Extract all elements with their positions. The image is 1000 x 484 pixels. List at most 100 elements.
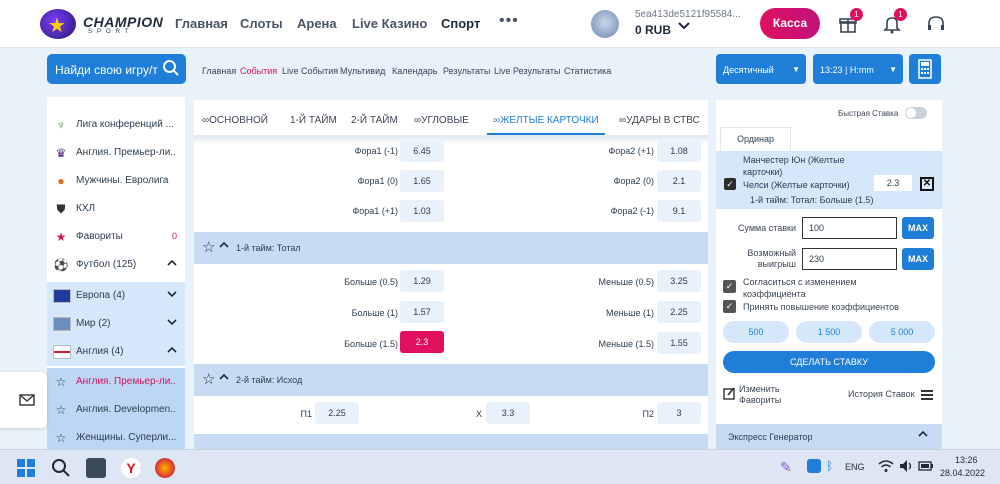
tab-single-bet[interactable]: Ординар xyxy=(720,127,791,151)
more-menu-icon[interactable]: ••• xyxy=(499,12,519,30)
tab-second-half[interactable]: 2-Й ТАЙМ xyxy=(351,115,398,126)
bet-history-link[interactable]: История Ставок xyxy=(848,389,915,399)
odd-button[interactable]: 2.1 xyxy=(657,170,701,192)
star-outline-icon[interactable]: ☆ xyxy=(202,370,215,388)
sidebar-item-england-premier-league[interactable]: ☆ Англия. Премьер-ли... xyxy=(47,368,185,396)
place-bet-button[interactable]: СДЕЛАТЬ СТАВКУ xyxy=(723,351,935,373)
odd-button[interactable]: 1.57 xyxy=(400,301,444,323)
tab-first-half[interactable]: 1-Й ТАЙМ xyxy=(290,115,337,126)
quick-amount-button[interactable]: 1 500 xyxy=(796,321,862,343)
odd-button[interactable]: 1.03 xyxy=(400,200,444,222)
edit-favorites-line1[interactable]: Изменить xyxy=(739,384,780,394)
defender-icon[interactable] xyxy=(807,459,821,473)
sidebar-item-england-development[interactable]: ☆ Англия. Developmen... xyxy=(47,396,185,424)
sidebar-item-conference-league[interactable]: ♆ Лига конференций ... xyxy=(47,111,185,139)
sidebar-item-women-superleague[interactable]: ☆ Женщины. Суперли... xyxy=(47,424,185,449)
clock-time[interactable]: 13:26 xyxy=(955,455,978,465)
sublink-events[interactable]: События xyxy=(240,66,277,76)
tab-corners[interactable]: ∞УГЛОВЫЕ xyxy=(414,115,469,126)
tab-shots-on-target[interactable]: ∞УДАРЫ В СТВС xyxy=(619,115,700,126)
tab-yellow-cards[interactable]: ∞ЖЕЛТЫЕ КАРТОЧКИ xyxy=(493,115,599,126)
bet-checkbox[interactable]: ✓ xyxy=(724,178,736,190)
feather-icon[interactable]: ✎ xyxy=(780,459,800,479)
sidebar-item-khl[interactable]: ⛊ КХЛ xyxy=(47,195,185,223)
firefox-icon[interactable] xyxy=(155,458,175,478)
quick-amount-button[interactable]: 500 xyxy=(723,321,789,343)
odd-button[interactable]: 2.25 xyxy=(315,402,359,424)
market-header-total[interactable]: ☆ 1-й тайм: Тотал xyxy=(194,232,708,264)
sublink-home[interactable]: Главная xyxy=(202,66,236,76)
odd-button[interactable]: 6.45 xyxy=(400,140,444,162)
cashbox-button[interactable]: Касса xyxy=(760,8,820,39)
market-header-outcome[interactable]: ☆ 2-й тайм: Исход xyxy=(194,364,708,396)
avatar[interactable] xyxy=(591,10,619,38)
balance[interactable]: 0 RUB xyxy=(635,23,671,37)
odd-button[interactable]: 3.25 xyxy=(657,270,701,292)
chevron-up-icon[interactable] xyxy=(219,240,229,252)
quick-bet-toggle[interactable] xyxy=(905,107,927,119)
nav-sport[interactable]: Спорт xyxy=(441,16,480,31)
menu-icon[interactable] xyxy=(921,388,933,406)
sidebar-item-premier-league[interactable]: ♛ Англия. Премьер-ли... xyxy=(47,139,185,167)
edit-icon[interactable] xyxy=(723,387,736,400)
odds-format-select[interactable]: Десятичный ▼ xyxy=(716,54,806,84)
odd-button[interactable]: 1.55 xyxy=(657,332,701,354)
mail-button[interactable] xyxy=(0,372,47,428)
odd-button[interactable]: 9.1 xyxy=(657,200,701,222)
tab-main[interactable]: ∞ОСНОВНОЙ xyxy=(202,115,268,126)
wifi-icon[interactable] xyxy=(878,459,894,473)
sublink-results[interactable]: Результаты xyxy=(443,66,490,76)
odd-button[interactable]: 2.25 xyxy=(657,301,701,323)
nav-arena[interactable]: Арена xyxy=(297,16,337,31)
edit-favorites-line2[interactable]: Фавориты xyxy=(739,395,781,405)
agree-odds-change-checkbox[interactable]: ✓ xyxy=(723,280,736,293)
search-icon[interactable] xyxy=(162,59,180,80)
support-headset-icon[interactable] xyxy=(926,14,946,34)
sublink-calendar[interactable]: Календарь xyxy=(392,66,437,76)
nav-slots[interactable]: Слоты xyxy=(240,16,283,31)
odd-button[interactable]: 3 xyxy=(657,402,701,424)
clock-date[interactable]: 28.04.2022 xyxy=(940,468,985,478)
odd-button[interactable]: 1.29 xyxy=(400,270,444,292)
sublink-live-results[interactable]: Live Результаты xyxy=(494,66,560,76)
sublink-statistics[interactable]: Статистика xyxy=(564,66,611,76)
search-icon[interactable] xyxy=(51,458,71,478)
sublink-multiview[interactable]: Мультивид xyxy=(340,66,385,76)
odd-button[interactable]: 1.08 xyxy=(657,140,701,162)
language-indicator[interactable]: ENG xyxy=(845,462,865,472)
sidebar-item-europe[interactable]: Европа (4) xyxy=(47,282,185,310)
max-stake-button[interactable]: MAX xyxy=(902,217,934,239)
nav-home[interactable]: Главная xyxy=(175,16,228,31)
sidebar-item-england[interactable]: Англия (4) xyxy=(47,338,185,366)
express-generator-header[interactable]: Экспресс Генератор xyxy=(716,424,942,449)
market-header-next[interactable] xyxy=(194,434,708,449)
yandex-browser-icon[interactable]: Y xyxy=(121,458,141,478)
windows-start-icon[interactable] xyxy=(16,458,36,478)
game-search[interactable]: Найди свою игру/т xyxy=(47,54,186,84)
sidebar-item-football[interactable]: ⚽ Футбол (125) xyxy=(47,251,185,279)
odd-button-selected[interactable]: 2.3 xyxy=(400,331,444,353)
sidebar-item-world[interactable]: Мир (2) xyxy=(47,310,185,338)
sidebar-item-euroleague[interactable]: ● Мужчины. Евролига xyxy=(47,167,185,195)
bluetooth-icon[interactable]: ᛒ xyxy=(826,459,840,473)
star-outline-icon[interactable]: ☆ xyxy=(202,238,215,256)
stake-input[interactable]: 100 xyxy=(802,217,897,239)
calculator-app-icon[interactable] xyxy=(86,458,106,478)
accept-higher-odds-checkbox[interactable]: ✓ xyxy=(723,300,736,313)
brand-name[interactable]: CHAMPION xyxy=(83,14,163,30)
quick-amount-button[interactable]: 5 000 xyxy=(869,321,935,343)
remove-bet-close-icon[interactable]: ✕ xyxy=(920,177,934,191)
chevron-down-icon[interactable] xyxy=(678,20,690,34)
battery-icon[interactable] xyxy=(918,459,934,473)
odd-button[interactable]: 1.65 xyxy=(400,170,444,192)
chevron-up-icon[interactable] xyxy=(219,372,229,384)
calculator-button[interactable] xyxy=(909,54,941,84)
odd-button[interactable]: 3.3 xyxy=(486,402,530,424)
max-win-button[interactable]: MAX xyxy=(902,248,934,270)
time-format-select[interactable]: 13:23 | H:mm ▼ xyxy=(813,54,903,84)
sublink-live-events[interactable]: Live События xyxy=(282,66,338,76)
volume-icon[interactable] xyxy=(899,459,915,473)
logo-icon[interactable]: ★ xyxy=(40,9,76,39)
sidebar-item-favorites[interactable]: ★ Фавориты 0 xyxy=(47,223,185,251)
nav-live-casino[interactable]: Live Казино xyxy=(352,16,427,31)
